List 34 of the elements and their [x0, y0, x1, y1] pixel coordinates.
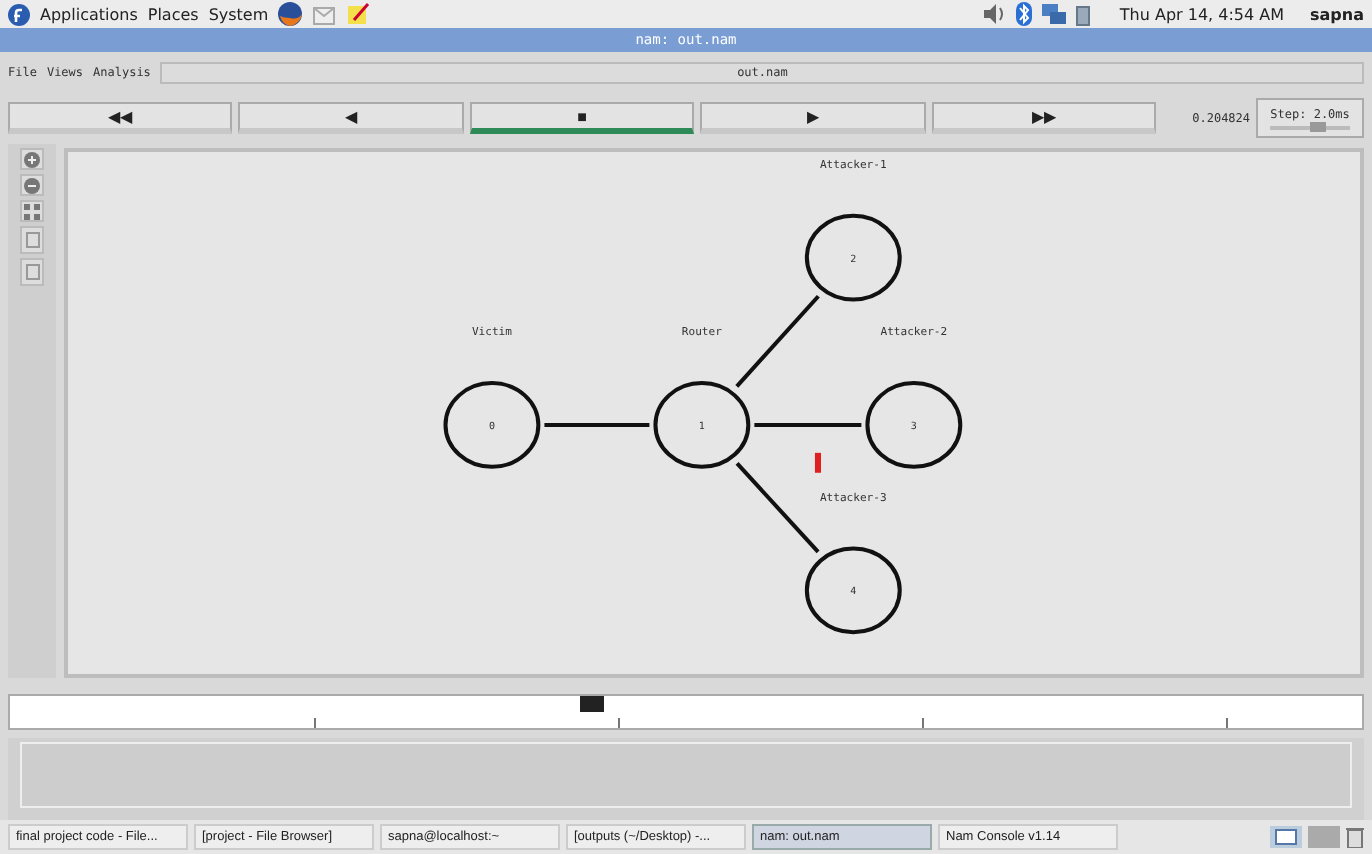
- zoom-out-icon[interactable]: [20, 174, 44, 196]
- panel-menu[interactable]: Places: [147, 5, 199, 23]
- trash-icon[interactable]: [1346, 826, 1364, 848]
- volume-icon[interactable]: [983, 4, 1006, 24]
- panel-menu[interactable]: System: [208, 5, 269, 23]
- playback-button[interactable]: ▶▶: [931, 102, 1157, 134]
- zoom-in-icon[interactable]: [20, 148, 44, 170]
- link-line: [735, 294, 820, 388]
- link-line: [754, 422, 862, 427]
- timeline-thumb[interactable]: [579, 696, 604, 712]
- link-line: [544, 422, 650, 427]
- battery-icon[interactable]: [1075, 3, 1090, 25]
- panel-menu[interactable]: Applications: [40, 5, 138, 23]
- node-circle[interactable]: [653, 381, 751, 469]
- playback-button[interactable]: ▶: [700, 102, 926, 134]
- foot-logo-icon[interactable]: [8, 3, 30, 25]
- grid-icon[interactable]: [20, 200, 44, 222]
- playback-button[interactable]: ■: [469, 102, 695, 134]
- clock[interactable]: Thu Apr 14, 4:54 AM: [1119, 5, 1285, 23]
- step-slider-thumb[interactable]: [1310, 121, 1327, 131]
- user-name[interactable]: sapna: [1310, 5, 1364, 23]
- network-icon[interactable]: [1041, 3, 1066, 25]
- browser-icon[interactable]: [278, 2, 303, 26]
- playback-button[interactable]: ◀: [238, 102, 464, 134]
- node-circle[interactable]: [443, 381, 541, 469]
- bluetooth-icon[interactable]: [1015, 2, 1032, 26]
- playback-button[interactable]: ◀◀: [8, 102, 233, 134]
- link-line: [735, 462, 820, 554]
- timeline-slider[interactable]: [8, 694, 1364, 730]
- node-circle[interactable]: [865, 381, 963, 469]
- notepad-icon[interactable]: [346, 2, 371, 26]
- node-circle[interactable]: [804, 546, 902, 635]
- node-circle[interactable]: [804, 213, 902, 302]
- workspace-icon[interactable]: [1270, 826, 1302, 848]
